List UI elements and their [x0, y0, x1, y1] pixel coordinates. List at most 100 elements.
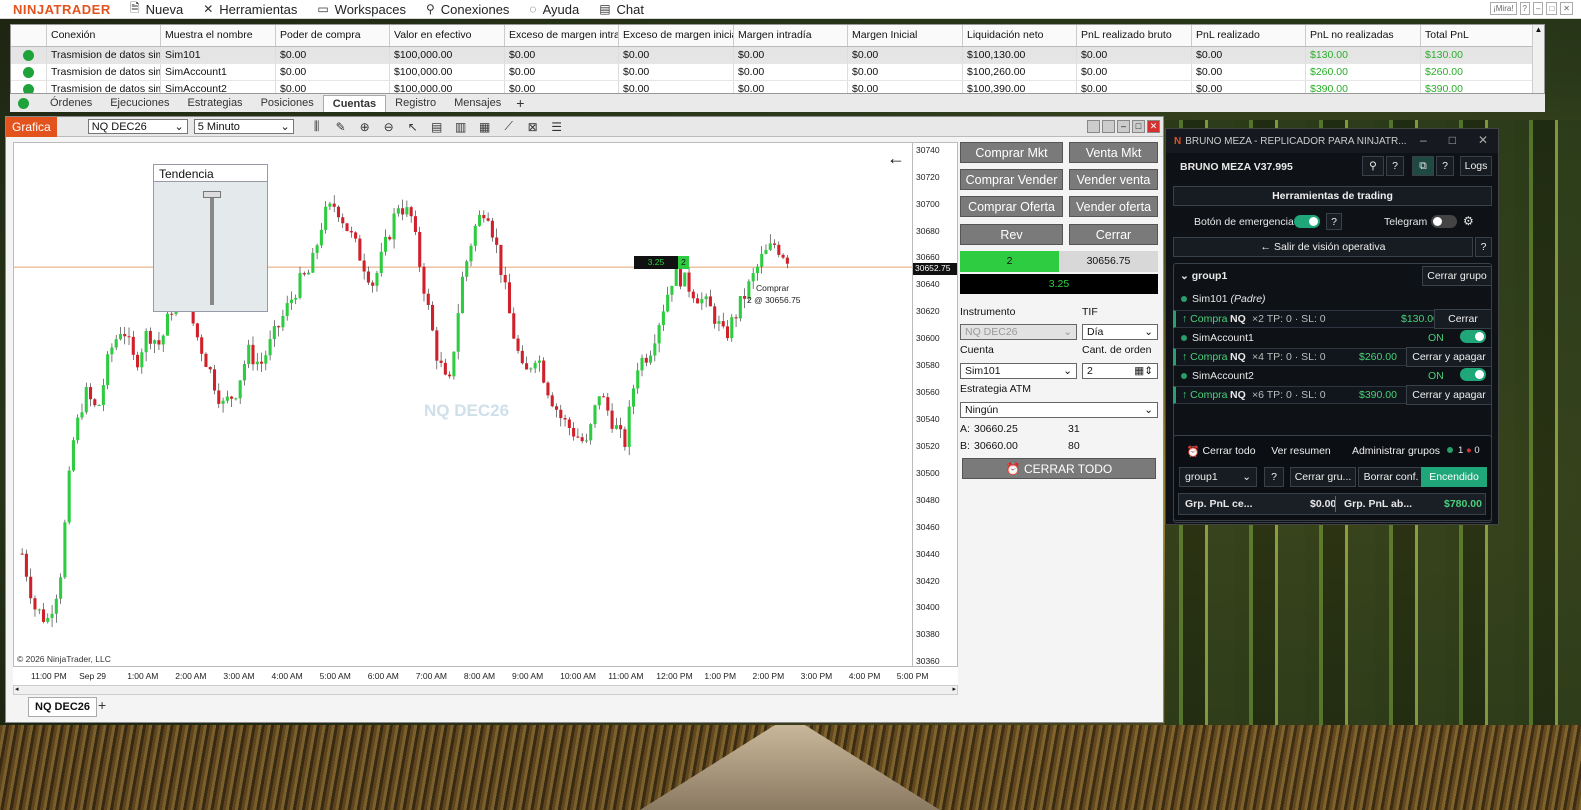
quantity-stepper[interactable]: 2 ▦⇕: [1082, 363, 1158, 379]
tab-posiciones[interactable]: Posiciones: [252, 95, 323, 112]
account2-toggle[interactable]: [1460, 368, 1486, 381]
pin-icon[interactable]: ⚲: [1362, 156, 1384, 176]
time-axis[interactable]: 11:00 PM Sep 29 1:00 AM 2:00 AM 3:00 AM 4:00 …: [13, 667, 958, 685]
chart-plot-area[interactable]: NQ DEC26 © 2026 NinjaTrader, LLC ← 3.25 …: [13, 142, 913, 667]
tif-select[interactable]: Día ⌄: [1082, 324, 1158, 340]
strategies-icon[interactable]: ⊠: [524, 120, 542, 134]
data-box-icon[interactable]: ▥: [452, 120, 470, 134]
order-qty-marker[interactable]: 2: [678, 256, 689, 269]
col-header[interactable]: Exceso de margen inicial: [619, 25, 734, 46]
copy-icon[interactable]: ⧉: [1412, 156, 1434, 176]
list-icon[interactable]: ☰: [548, 120, 566, 134]
atm-select[interactable]: Ningún ⌄: [960, 402, 1158, 418]
tab-órdenes[interactable]: Órdenes: [41, 95, 101, 112]
col-header[interactable]: Muestra el nombre: [161, 25, 276, 46]
col-header[interactable]: Conexión: [47, 25, 161, 46]
col-header[interactable]: Total PnL: [1421, 25, 1533, 46]
price-axis[interactable]: 30652.75 30740 30720 30700 30680 30660 30640 3…: [913, 142, 958, 667]
trading-tools-button[interactable]: Herramientas de trading: [1173, 186, 1492, 206]
tendency-slider[interactable]: [203, 191, 221, 198]
link-button-2[interactable]: [1102, 120, 1115, 133]
close-button[interactable]: ✕: [1147, 120, 1160, 133]
col-header[interactable]: Valor en efectivo: [390, 25, 505, 46]
maximize-button[interactable]: □: [1546, 2, 1558, 15]
screenshot-icon[interactable]: ▦: [476, 120, 494, 134]
manage-groups-button[interactable]: Administrar grupos: [1346, 441, 1446, 461]
menu-herramientas[interactable]: ✕ Herramientas: [203, 2, 297, 17]
account-select[interactable]: Sim101 ⌄: [960, 363, 1077, 379]
add-tab-button[interactable]: +: [510, 95, 530, 111]
minimize-button[interactable]: –: [1117, 120, 1130, 133]
link-button[interactable]: [1087, 120, 1100, 133]
group-select-help[interactable]: ?: [1264, 467, 1284, 487]
close-group-button[interactable]: Cerrar grupo: [1422, 266, 1492, 286]
tab-registro[interactable]: Registro: [386, 95, 445, 112]
close-button[interactable]: ✕: [1478, 133, 1488, 147]
mira-button[interactable]: ¡Mira!: [1490, 2, 1517, 15]
calculator-icon[interactable]: ▦⇕: [1134, 365, 1153, 377]
menu-chat[interactable]: ▤ Chat: [599, 2, 644, 17]
sell-bid-button[interactable]: Vender oferta: [1069, 196, 1158, 217]
tab-mensajes[interactable]: Mensajes: [445, 95, 510, 112]
menu-workspaces[interactable]: ▭ Workspaces: [317, 2, 406, 17]
buy-market-button[interactable]: Comprar Mkt: [960, 142, 1063, 163]
group-select[interactable]: group1 ⌄: [1179, 467, 1257, 487]
enabled-button[interactable]: Encendido: [1421, 467, 1487, 487]
col-header[interactable]: Margen Inicial: [848, 25, 963, 46]
exit-ops-help[interactable]: ?: [1475, 237, 1492, 257]
minimize-button[interactable]: –: [1420, 133, 1427, 147]
buy-ask-button[interactable]: Comprar Vender: [960, 169, 1063, 190]
telegram-toggle[interactable]: [1431, 215, 1457, 228]
sell-ask-button[interactable]: Vender venta: [1069, 169, 1158, 190]
tab-estrategias[interactable]: Estrategias: [179, 95, 252, 112]
close-and-off-button[interactable]: Cerrar y apagar: [1406, 347, 1492, 367]
zoom-in-icon[interactable]: ⊕: [356, 120, 374, 134]
close-all-button[interactable]: ⏰ CERRAR TODO: [962, 458, 1156, 479]
view-summary-button[interactable]: Ver resumen: [1268, 441, 1334, 461]
accounts-scrollbar[interactable]: ▲: [1532, 25, 1544, 93]
chart-tab[interactable]: NQ DEC26: [28, 697, 98, 717]
bar-type-icon[interactable]: ⫼: [308, 119, 326, 134]
properties-icon[interactable]: ▤: [428, 120, 446, 134]
pencil-icon[interactable]: ✎: [332, 120, 350, 134]
instrument-select[interactable]: NQ DEC26 ⌄: [87, 119, 188, 134]
col-header[interactable]: PnL no realizadas: [1306, 25, 1421, 46]
account1-toggle[interactable]: [1460, 330, 1486, 343]
tab-cuentas[interactable]: Cuentas: [322, 94, 387, 112]
col-header[interactable]: PnL realizado: [1192, 25, 1306, 46]
add-chart-tab-button[interactable]: +: [98, 697, 106, 713]
tab-ejecuciones[interactable]: Ejecuciones: [101, 95, 178, 112]
group-title[interactable]: ⌄ group1: [1180, 270, 1227, 282]
chart-scrollbar[interactable]: ◂ ▸: [13, 685, 958, 695]
emergency-toggle[interactable]: [1294, 215, 1320, 228]
close-all-button[interactable]: ⏰ Cerrar todo: [1178, 441, 1264, 461]
maximize-button[interactable]: □: [1449, 133, 1456, 147]
close-group-short-button[interactable]: Cerrar gru...: [1290, 467, 1356, 487]
indicators-icon[interactable]: ⟋: [500, 119, 518, 134]
gear-icon[interactable]: ⚙: [1463, 214, 1474, 228]
table-row[interactable]: Trasmision de datos sim SimAccount1 $0.00 $…: [11, 64, 1544, 81]
help-button[interactable]: ?: [1386, 156, 1404, 176]
table-row[interactable]: Trasmision de datos sim SimAccount2 $0.00 $…: [11, 81, 1544, 93]
close-and-off-button[interactable]: Cerrar y apagar: [1406, 385, 1492, 405]
col-header[interactable]: Liquidación neto: [963, 25, 1077, 46]
col-header[interactable]: Exceso de margen intrac: [505, 25, 619, 46]
exit-operational-view-button[interactable]: ← Salir de visión operativa: [1173, 237, 1473, 257]
table-row[interactable]: Trasmision de datos sim Sim101 $0.00 $100,0…: [11, 47, 1544, 64]
help-button[interactable]: ?: [1519, 2, 1530, 15]
close-button[interactable]: ✕: [1560, 2, 1573, 15]
logs-button[interactable]: Logs: [1460, 156, 1492, 176]
order-marker[interactable]: 3.25: [634, 256, 678, 269]
minimize-button[interactable]: –: [1533, 2, 1544, 15]
maximize-button[interactable]: □: [1132, 120, 1145, 133]
menu-conexiones[interactable]: ⚲ Conexiones: [426, 2, 509, 17]
pointer-icon[interactable]: ↖: [404, 120, 422, 134]
delete-config-button[interactable]: Borrar conf.: [1358, 467, 1424, 487]
emergency-help[interactable]: ?: [1326, 213, 1342, 230]
menu-ayuda[interactable]: ◌ Ayuda: [529, 2, 579, 17]
help-button-2[interactable]: ?: [1436, 156, 1454, 176]
menu-nueva[interactable]: 🗎 Nueva: [130, 0, 183, 20]
close-position-button[interactable]: Cerrar: [1069, 224, 1158, 245]
close-position-button[interactable]: Cerrar: [1434, 309, 1492, 329]
col-header[interactable]: PnL realizado bruto: [1077, 25, 1192, 46]
